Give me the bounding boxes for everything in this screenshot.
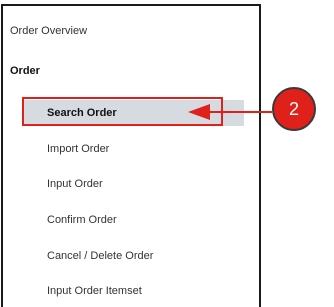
sidebar-panel: Order Overview Order Search Order Import… xyxy=(1,4,261,307)
sidebar-item-confirm-order[interactable]: Confirm Order xyxy=(22,207,244,233)
sidebar-item-order-overview[interactable]: Order Overview xyxy=(10,25,87,37)
sidebar-item-input-order[interactable]: Input Order xyxy=(22,171,244,197)
sidebar-item-cancel-delete-order[interactable]: Cancel / Delete Order xyxy=(22,243,244,269)
sidebar-item-import-order[interactable]: Import Order xyxy=(22,136,244,162)
annotation-arrow-head-icon xyxy=(188,104,210,120)
sidebar-item-input-order-itemset[interactable]: Input Order Itemset xyxy=(22,278,244,304)
step-callout-badge: 2 xyxy=(272,87,316,131)
sidebar-item-search-order[interactable]: Search Order xyxy=(22,100,244,126)
sidebar-section-order: Order xyxy=(10,65,40,77)
screenshot-stage: Order Overview Order Search Order Import… xyxy=(0,0,334,307)
annotation-arrow-line xyxy=(210,111,272,113)
